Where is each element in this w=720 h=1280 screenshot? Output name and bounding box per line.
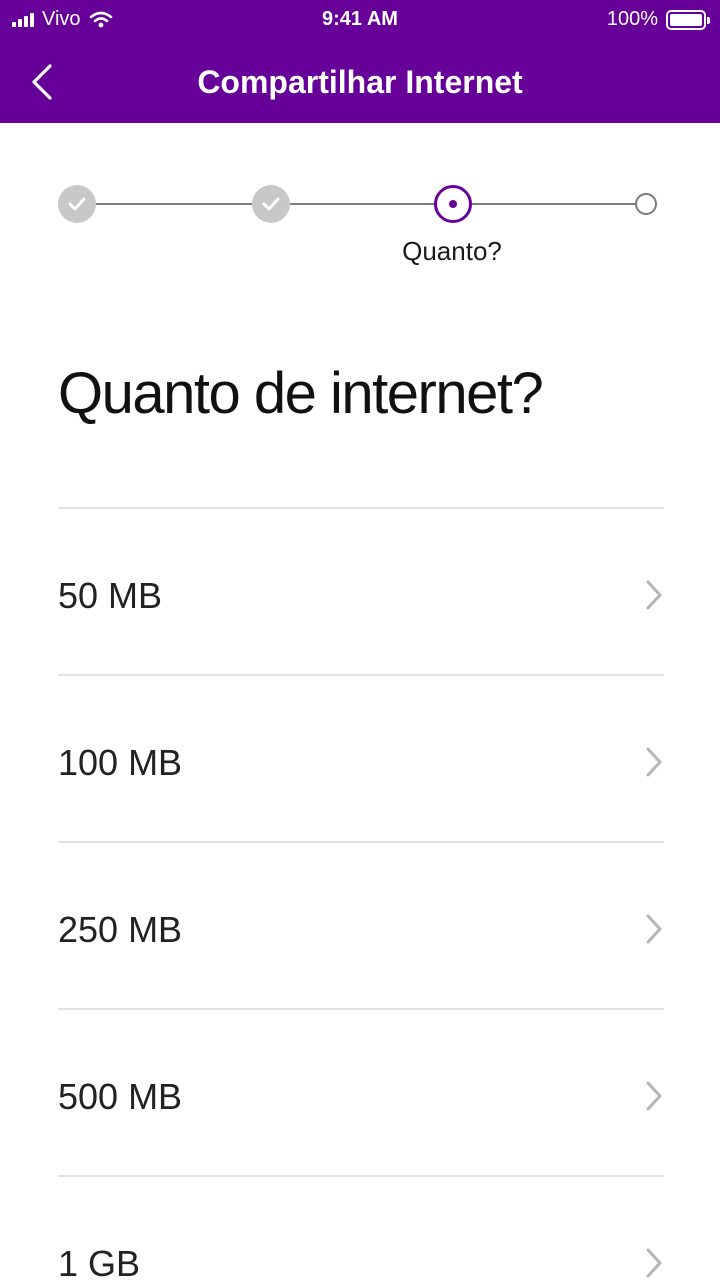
option-500mb[interactable]: 500 MB xyxy=(58,1008,664,1175)
chevron-right-icon xyxy=(646,1248,662,1278)
chevron-right-icon xyxy=(646,747,662,777)
step-3-current xyxy=(434,185,472,223)
option-label: 500 MB xyxy=(58,1076,183,1117)
step-1-done xyxy=(58,185,96,223)
chevron-right-icon xyxy=(646,580,662,610)
option-250mb[interactable]: 250 MB xyxy=(58,841,664,1008)
check-icon xyxy=(262,197,280,211)
nav-bar: Compartilhar Internet xyxy=(0,42,720,122)
option-1gb[interactable]: 1 GB xyxy=(58,1175,664,1280)
progress-stepper xyxy=(58,184,658,224)
question-heading: Quanto de internet? xyxy=(58,361,544,426)
battery-percent: 100% xyxy=(606,8,658,30)
option-label: 50 MB xyxy=(58,575,163,616)
option-100mb[interactable]: 100 MB xyxy=(58,674,664,841)
battery-icon xyxy=(666,9,710,30)
chevron-right-icon xyxy=(646,1081,662,1111)
dot-icon xyxy=(449,200,457,208)
stepper-line xyxy=(96,203,252,205)
status-bar: Vivo 9:41 AM 100% xyxy=(0,0,720,40)
step-4-future xyxy=(635,193,657,215)
stepper-line xyxy=(290,203,434,205)
option-label: 100 MB xyxy=(58,742,183,783)
stepper-line xyxy=(472,203,636,205)
page-title: Compartilhar Internet xyxy=(197,64,523,100)
current-step-label: Quanto? xyxy=(402,236,502,266)
data-amount-list: 50 MB 100 MB 250 MB 500 MB 1 GB xyxy=(58,507,664,1280)
check-icon xyxy=(68,197,86,211)
status-right: 100% xyxy=(606,8,710,31)
app-header: Vivo 9:41 AM 100% Compartilhar Internet xyxy=(0,0,720,123)
option-label: 250 MB xyxy=(58,909,183,950)
chevron-right-icon xyxy=(646,914,662,944)
option-label: 1 GB xyxy=(58,1243,141,1280)
option-50mb[interactable]: 50 MB xyxy=(58,507,664,674)
step-2-done xyxy=(252,185,290,223)
